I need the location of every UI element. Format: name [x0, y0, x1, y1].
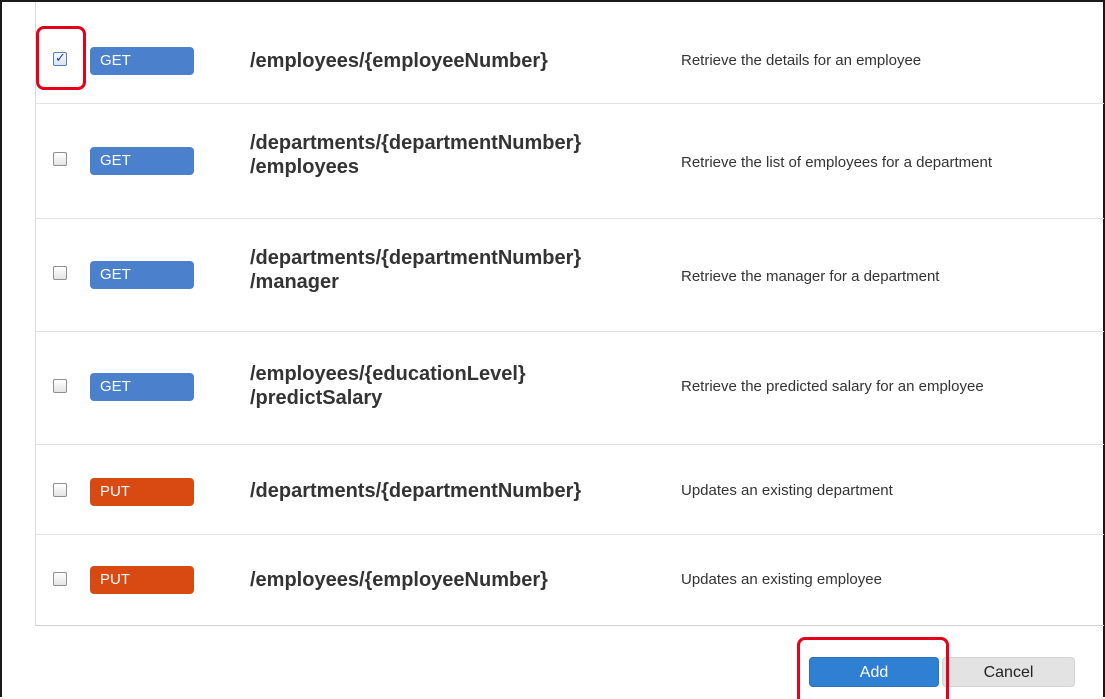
operation-checkbox[interactable]	[53, 379, 67, 393]
operation-path: /employees/{educationLevel} /predictSala…	[250, 362, 526, 410]
cancel-button[interactable]: Cancel	[942, 657, 1075, 687]
operation-row: PUT /departments/{departmentNumber} Upda…	[36, 445, 1104, 535]
operation-description: Retrieve the list of employees for a dep…	[681, 154, 992, 171]
operation-path-line1: /employees/{educationLevel}	[250, 363, 526, 385]
operation-path-line2: /employees	[250, 156, 359, 178]
operation-path: /departments/{departmentNumber} /employe…	[250, 131, 581, 179]
operation-description: Updates an existing department	[681, 482, 893, 499]
operation-path-line1: /departments/{departmentNumber}	[250, 247, 582, 269]
operation-checkbox[interactable]	[53, 152, 67, 166]
operation-row: GET /departments/{departmentNumber} /man…	[36, 219, 1104, 332]
operation-description: Retrieve the predicted salary for an emp…	[681, 378, 984, 395]
operation-path-line2: /manager	[250, 271, 339, 293]
operation-path: /employees/{employeeNumber}	[250, 569, 548, 591]
method-badge-get: GET	[90, 373, 194, 401]
operation-path-line1: /departments/{departmentNumber}	[250, 132, 582, 154]
add-button-highlight	[797, 637, 949, 699]
method-badge-put: PUT	[90, 478, 194, 506]
operation-description: Retrieve the manager for a department	[681, 268, 940, 285]
operation-description: Updates an existing employee	[681, 571, 882, 588]
operation-checkbox[interactable]	[53, 572, 67, 586]
operation-path-line2: /predictSalary	[250, 387, 383, 409]
checkbox-highlight	[36, 26, 86, 90]
operation-row: GET /employees/{educationLevel} /predict…	[36, 332, 1104, 445]
dialog-frame: ✓ GET /employees/{employeeNumber} Retrie…	[0, 0, 1105, 699]
operation-path: /departments/{departmentNumber}	[250, 480, 582, 502]
operations-list: ✓ GET /employees/{employeeNumber} Retrie…	[35, 2, 1105, 626]
operation-checkbox[interactable]	[53, 266, 67, 280]
method-badge-put: PUT	[90, 566, 194, 594]
operation-description: Retrieve the details for an employee	[681, 52, 922, 69]
operation-checkbox[interactable]	[53, 483, 67, 497]
operation-row: GET /departments/{departmentNumber} /emp…	[36, 104, 1104, 219]
method-badge-get: GET	[90, 47, 194, 75]
operation-row: ✓ GET /employees/{employeeNumber} Retrie…	[36, 2, 1104, 104]
method-badge-get: GET	[90, 261, 194, 289]
operation-path: /departments/{departmentNumber} /manager	[250, 246, 581, 294]
operation-row: PUT /employees/{employeeNumber} Updates …	[36, 535, 1104, 626]
method-badge-get: GET	[90, 147, 194, 175]
operation-path: /employees/{employeeNumber}	[250, 50, 548, 72]
